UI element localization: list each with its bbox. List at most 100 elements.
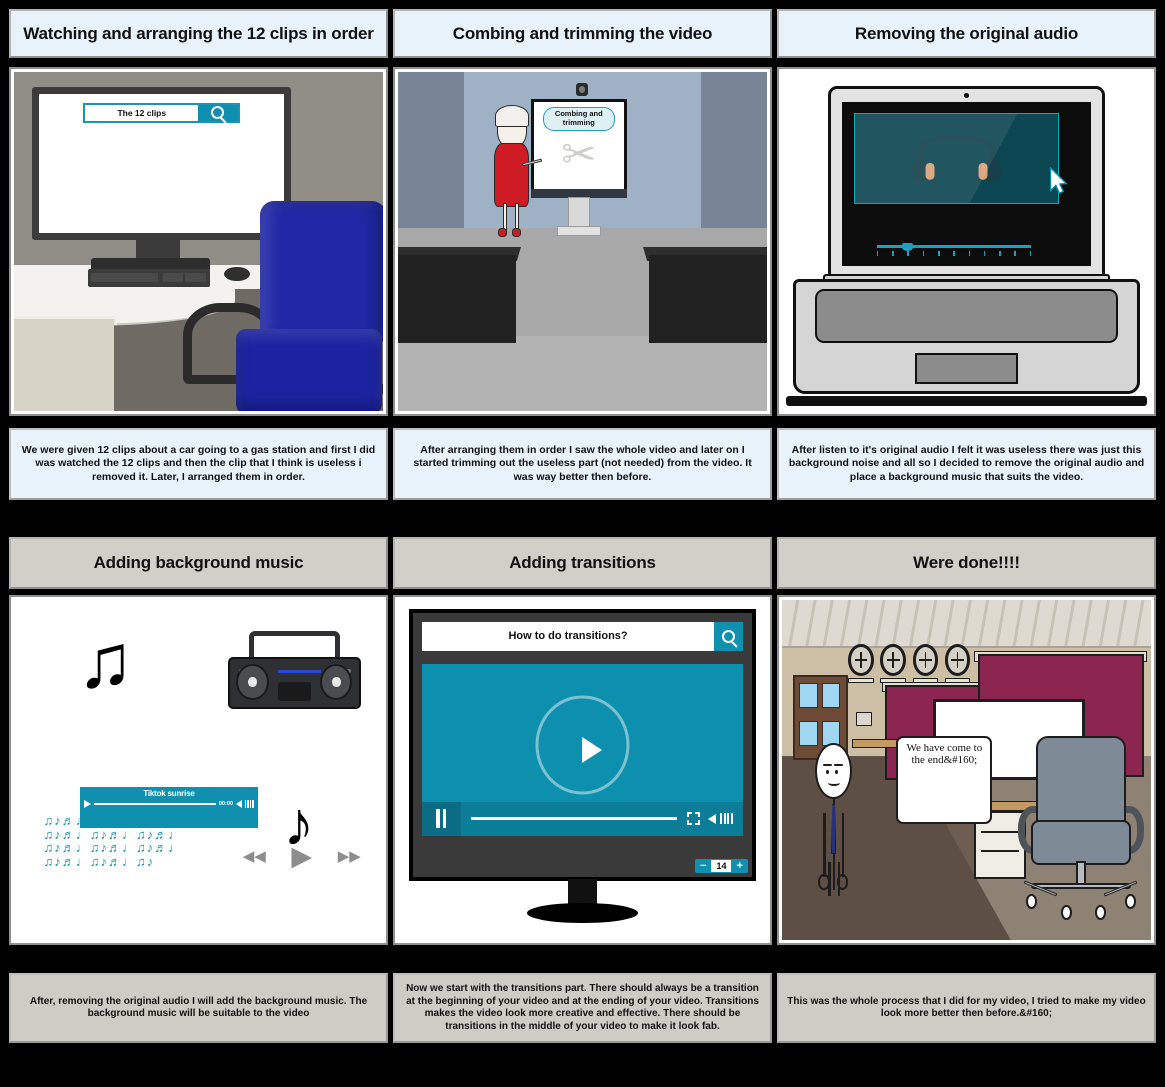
panel-6-image-frame[interactable]: We have come to the end&#160;: [777, 595, 1156, 945]
search-input[interactable]: The 12 clips: [85, 105, 198, 122]
panel-3-image-frame[interactable]: [777, 67, 1156, 416]
chair-caster: [1060, 904, 1073, 921]
play-icon[interactable]: [84, 800, 92, 808]
chair-seat: [1030, 820, 1132, 865]
character-brow-right: [834, 763, 843, 766]
video-controls-bar[interactable]: [422, 801, 743, 837]
presenter-shoe-right: [512, 227, 522, 237]
character-leg-left: [828, 862, 831, 896]
floor-foreground: [398, 336, 767, 411]
clock-label: [848, 677, 874, 683]
panel-6-caption: This was the whole process that I did fo…: [777, 973, 1156, 1043]
wall-left: [398, 72, 465, 228]
audio-slider-track[interactable]: [876, 245, 1032, 248]
door-glass-1: [799, 683, 818, 708]
laptop-lid: [828, 85, 1105, 283]
character-brow-left: [823, 763, 832, 766]
boombox-speaker-left: [236, 663, 269, 701]
music-track-title: Tiktok sunrise: [143, 789, 195, 798]
office-chair-blue: [183, 200, 383, 411]
presenter-dress: [493, 142, 530, 208]
storyboard-panel-3[interactable]: Removing the original audio After listen…: [777, 0, 1156, 510]
storyboard-row-1: Watching and arranging the 12 clips in o…: [0, 0, 1165, 510]
ceiling: [782, 600, 1151, 648]
wall-clock: [848, 644, 874, 683]
storyboard-row-2: Adding background music ♫ Tiktok sunrise…: [0, 537, 1165, 1047]
fast-forward-icon[interactable]: ▶▶: [338, 849, 361, 864]
boombox-cassette-deck: [277, 681, 312, 701]
headphones-icon: [912, 135, 1001, 185]
boombox-icon: [228, 630, 361, 709]
speech-bubble: We have come to the end&#160;: [896, 736, 993, 825]
video-progress-bar[interactable]: [470, 817, 678, 821]
fullscreen-icon[interactable]: [687, 812, 701, 826]
desk-right: [648, 255, 767, 344]
search-input[interactable]: How to do transitions?: [422, 622, 714, 652]
scene-laptop-audio: [782, 72, 1151, 411]
audio-slider-ticks: [876, 250, 1032, 256]
zoom-out-button[interactable]: −: [695, 859, 711, 873]
chair-caster: [1094, 904, 1106, 921]
scene-background-music: ♫ Tiktok sunrise 00:00 ◀◀ ▶ ▶▶ ♫♪♬♩♫♪♬♩♫…: [14, 600, 383, 940]
panel-1-caption: We were given 12 clips about a car going…: [9, 428, 388, 500]
music-time-label: 00:00: [218, 801, 233, 807]
video-area: [854, 112, 1059, 205]
search-button[interactable]: [198, 104, 238, 122]
panel-5-artwork: How to do transitions? − 14 +: [398, 600, 767, 940]
screen-stand-base: [556, 226, 601, 236]
presentation-screen-surface: Combing and trimming ✂: [533, 102, 624, 192]
music-player-controls[interactable]: 00:00: [84, 800, 254, 808]
chair-back: [1035, 736, 1127, 832]
monitor-stand: [567, 878, 598, 906]
keyboard-keys-mid: [163, 273, 183, 283]
search-bar[interactable]: How to do transitions?: [422, 621, 743, 652]
desk-left: [398, 255, 517, 344]
panel-5-image-frame[interactable]: How to do transitions? − 14 +: [393, 595, 772, 945]
magnifier-icon: [721, 629, 735, 643]
presenter-hair: [494, 105, 530, 128]
video-player[interactable]: [422, 663, 743, 837]
character-mouth: [827, 780, 840, 786]
search-button[interactable]: [714, 621, 743, 652]
scene-office-desk: The 12 clips: [14, 72, 383, 411]
storyboard-panel-1[interactable]: Watching and arranging the 12 clips in o…: [9, 0, 388, 510]
single-note-icon: ♪: [283, 789, 315, 859]
clock-face: [848, 644, 874, 676]
panel-2-image-frame[interactable]: Combing and trimming ✂: [393, 67, 772, 416]
volume-bars-icon: [244, 800, 254, 808]
note-swarm-decoration: ♫♪♬♩♫♪♬♩♫♪♬♩♫♪♬♩♫♪♬♩♫♪♬♩♫♪♬♩♫♪♬♩♫♪♬♩♫♪♬♩…: [43, 814, 183, 870]
clock-face: [880, 644, 907, 676]
webcam-icon: [963, 93, 970, 99]
chair-back: [260, 200, 383, 342]
monitor-stand-base: [527, 902, 638, 923]
panel-1-title: Watching and arranging the 12 clips in o…: [9, 9, 388, 58]
panel-3-artwork: [782, 72, 1151, 411]
character-eye-right: [835, 770, 839, 775]
character-arm-right: [841, 813, 845, 878]
panel-4-title: Adding background music: [9, 537, 388, 589]
headphones-cup-left: [912, 160, 935, 183]
storyboard-panel-2[interactable]: Combing and trimming the video Combing a…: [393, 0, 772, 510]
music-progress-bar[interactable]: [94, 803, 216, 805]
search-bar[interactable]: The 12 clips: [83, 102, 240, 124]
zoom-in-button[interactable]: +: [731, 859, 747, 873]
storyboard-panel-4[interactable]: Adding background music ♫ Tiktok sunrise…: [9, 537, 388, 1047]
zoom-stepper[interactable]: − 14 +: [695, 858, 748, 873]
audio-slider-knob[interactable]: [901, 242, 913, 251]
panel-4-image-frame[interactable]: ♫ Tiktok sunrise 00:00 ◀◀ ▶ ▶▶ ♫♪♬♩♫♪♬♩♫…: [9, 595, 388, 945]
chair-caster: [1124, 893, 1137, 910]
monitor-neck: [135, 239, 181, 261]
mouse-pointer-icon: [1050, 167, 1068, 195]
speaker-icon[interactable]: [708, 813, 717, 824]
storyboard-panel-5[interactable]: Adding transitions How to do transitions…: [393, 537, 772, 1047]
door-glass-2: [821, 683, 841, 708]
speaker-icon[interactable]: [235, 800, 242, 808]
character-leg-right: [837, 862, 841, 896]
panel-3-title: Removing the original audio: [777, 9, 1156, 58]
pause-icon[interactable]: [422, 801, 461, 837]
rewind-icon[interactable]: ◀◀: [243, 849, 266, 864]
laptop-trackpad: [914, 353, 1019, 384]
panel-1-image-frame[interactable]: The 12 clips: [9, 67, 388, 416]
storyboard-panel-6[interactable]: Were done!!!! We have come to the end&#1…: [777, 537, 1156, 1047]
play-icon[interactable]: [582, 736, 603, 763]
